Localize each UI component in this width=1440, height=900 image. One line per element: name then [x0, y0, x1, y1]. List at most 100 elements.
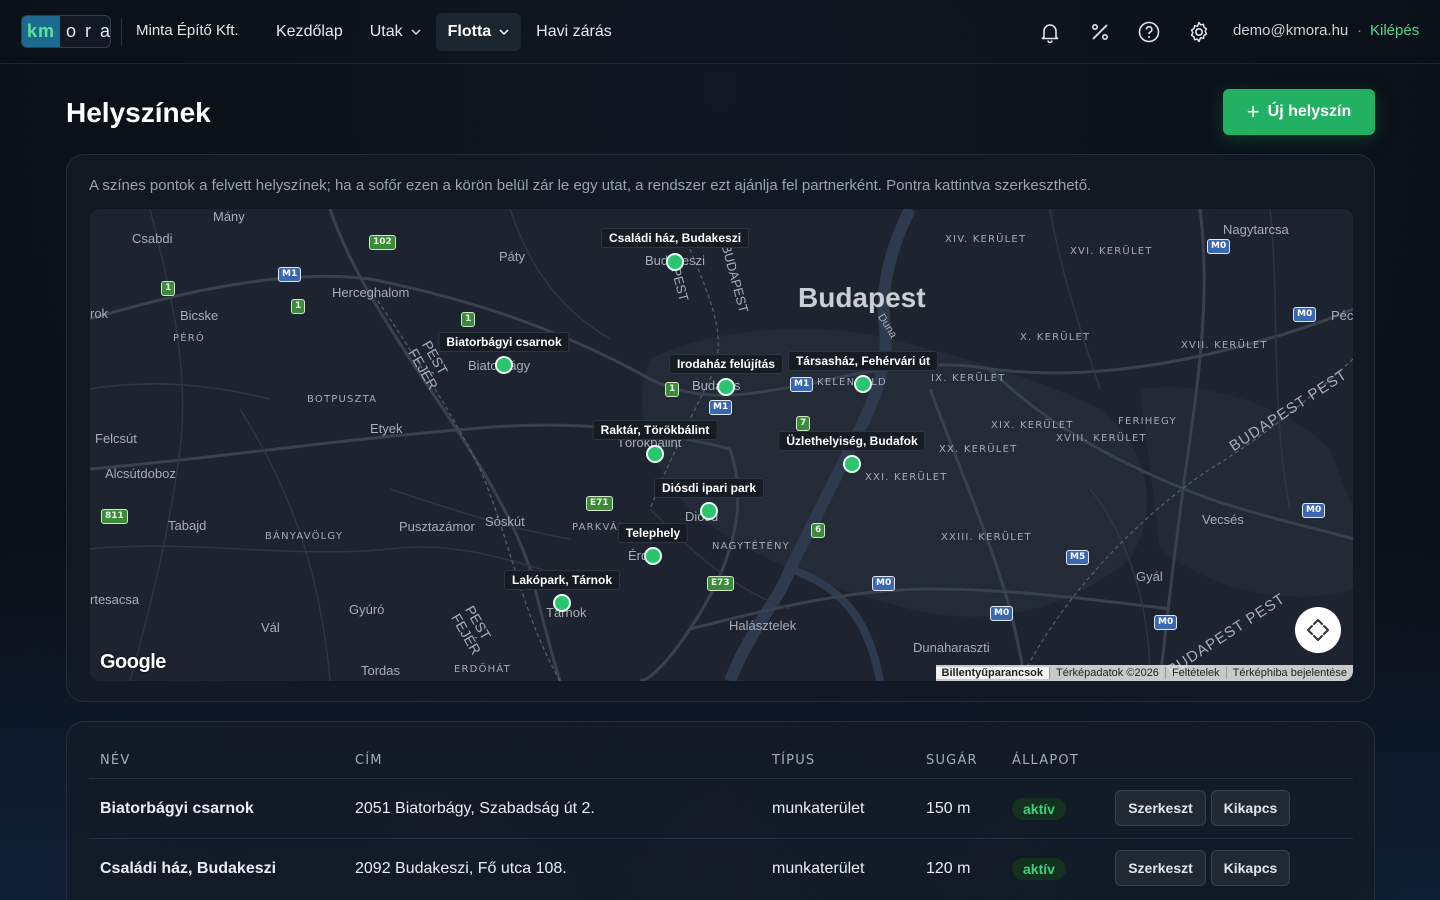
- cell-type: munkaterület: [772, 860, 865, 877]
- location-pin[interactable]: [843, 455, 861, 473]
- place-felcsut: Felcsút: [95, 431, 137, 446]
- pin-label[interactable]: Irodaház felújítás: [668, 354, 784, 374]
- location-pin[interactable]: [854, 375, 872, 393]
- road-shield-m5: M5: [1066, 550, 1090, 565]
- new-location-button[interactable]: + Új helyszín: [1223, 89, 1375, 135]
- place-bicske: Bicske: [180, 308, 219, 323]
- location-pin[interactable]: [495, 356, 513, 374]
- chevron-down-icon: [499, 29, 509, 36]
- pin-label[interactable]: Telephely: [617, 523, 689, 543]
- attrib-terms[interactable]: Feltételek: [1164, 667, 1226, 679]
- place-rok: rok: [90, 306, 109, 321]
- header-divider: [89, 778, 1353, 779]
- logo-divider: [121, 18, 122, 46]
- map-view[interactable]: Mány Csabdi Páty Herceghalom Bicske rok …: [90, 209, 1353, 681]
- road-shield-6: 6: [811, 523, 826, 538]
- place-vecses: Vecsés: [1202, 512, 1244, 527]
- logo-km: km: [22, 16, 61, 47]
- place-xvi: XVI. KERÜLET: [1070, 246, 1153, 257]
- cell-radius: 120 m: [926, 860, 971, 877]
- pin-label[interactable]: Biatorbágyi csarnok: [438, 332, 570, 352]
- cell-address: 2092 Budakeszi, Fő utca 108.: [355, 860, 567, 877]
- edit-button[interactable]: Szerkeszt: [1115, 790, 1206, 826]
- road-shield-1: 1: [461, 312, 476, 327]
- locations-table: NÉV CÍM TÍPUS SUGÁR ÁLLAPOT Biatorbágyi …: [66, 721, 1375, 900]
- col-header-status[interactable]: ÁLLAPOT: [1012, 753, 1079, 768]
- nav-label: Utak: [369, 23, 403, 40]
- road-shield-811: 811: [101, 509, 128, 524]
- place-ferihegy: FERIHEGY: [1118, 416, 1177, 427]
- place-paty: Páty: [499, 249, 526, 264]
- place-xxi: XXI. KERÜLET: [865, 472, 948, 483]
- location-pin[interactable]: [666, 253, 684, 271]
- place-botpuszta: BOTPUSZTA: [307, 394, 378, 405]
- pin-label[interactable]: Diósdi ipari park: [653, 478, 765, 498]
- road-shield-7: 7: [796, 416, 811, 431]
- road-shield-e71: E71: [586, 496, 613, 511]
- gear-icon[interactable]: [1187, 20, 1211, 44]
- nav-item-flotta[interactable]: Flotta: [435, 13, 522, 51]
- col-header-address[interactable]: CÍM: [355, 753, 383, 768]
- cell-radius: 150 m: [926, 800, 971, 817]
- kmora-logo[interactable]: km ora: [21, 15, 111, 48]
- road-shield-102: 102: [369, 235, 396, 250]
- place-xxiii: XXIII. KERÜLET: [941, 532, 1032, 543]
- location-pin[interactable]: [553, 594, 571, 612]
- help-icon[interactable]: [1137, 20, 1161, 44]
- location-pin[interactable]: [717, 378, 735, 396]
- status-badge: aktív: [1012, 798, 1066, 820]
- location-pin[interactable]: [646, 445, 664, 463]
- status-badge: aktív: [1012, 858, 1066, 880]
- fullscreen-button[interactable]: [1295, 607, 1341, 653]
- pin-label[interactable]: Üzlethelyiség, Budafok: [778, 431, 926, 451]
- percent-icon[interactable]: [1088, 20, 1112, 44]
- location-pin[interactable]: [644, 547, 662, 565]
- place-herceghalom: Herceghalom: [332, 285, 410, 300]
- place-xix: XIX. KERÜLET: [991, 420, 1074, 431]
- top-navbar: km ora Minta Építő Kft. Kezdőlap Utak Fl…: [0, 0, 1440, 64]
- road-shield-m0: M0: [990, 606, 1014, 621]
- place-ix: IX. KERÜLET: [931, 373, 1006, 384]
- place-pec: Péc: [1331, 308, 1353, 323]
- road-shield-m0: M0: [1154, 615, 1178, 630]
- place-pero: PÉRÓ: [173, 333, 205, 344]
- pin-label[interactable]: Társasház, Fehérvári út: [787, 351, 939, 371]
- road-shield-m1: M1: [790, 377, 814, 392]
- place-etyek: Etyek: [370, 421, 403, 436]
- location-pin[interactable]: [700, 502, 718, 520]
- pin-label[interactable]: Lakópark, Tárnok: [503, 570, 621, 590]
- attrib-report[interactable]: Térképhiba bejelentése: [1225, 667, 1353, 679]
- col-header-type[interactable]: TÍPUS: [772, 753, 815, 768]
- road-shield-1: 1: [665, 382, 680, 397]
- attrib-shortcuts[interactable]: Billentyűparancsok: [935, 667, 1050, 679]
- logout-link[interactable]: Kilépés: [1370, 22, 1419, 39]
- nav-label: Havi zárás: [536, 23, 612, 40]
- nav-item-havi-zaras[interactable]: Havi zárás: [524, 13, 624, 51]
- place-nagyteteny: NAGYTÉTÉNY: [712, 541, 790, 552]
- bell-icon[interactable]: [1038, 20, 1062, 44]
- place-tabajd: Tabajd: [168, 518, 207, 533]
- user-email: demo@kmora.hu: [1233, 22, 1349, 39]
- map-hint: A színes pontok a felvett helyszínek; ha…: [89, 177, 1092, 194]
- road-shield-1: 1: [161, 281, 176, 296]
- disable-button[interactable]: Kikapcs: [1211, 790, 1290, 826]
- nav-item-utak[interactable]: Utak: [358, 13, 433, 51]
- disable-button[interactable]: Kikapcs: [1211, 850, 1290, 886]
- pin-label[interactable]: Raktár, Törökbálint: [592, 420, 718, 440]
- road-shield-m1: M1: [278, 267, 302, 282]
- road-shield-m0: M0: [1302, 503, 1326, 518]
- place-xviii: XVIII. KERÜLET: [1056, 433, 1147, 444]
- place-pusztazamor: Pusztazámor: [399, 519, 475, 534]
- road-shield-m1: M1: [709, 400, 733, 415]
- map-attribution: Billentyűparancsok Térképadatok ©2026 Fe…: [935, 665, 1353, 681]
- col-header-name[interactable]: NÉV: [100, 753, 130, 768]
- place-halasztelek: Halásztelek: [729, 618, 797, 633]
- map-card: A színes pontok a felvett helyszínek; ha…: [66, 154, 1375, 702]
- pin-label[interactable]: Családi ház, Budakeszi: [600, 228, 750, 248]
- col-header-radius[interactable]: SUGÁR: [926, 753, 978, 768]
- nav-item-kezdolap[interactable]: Kezdőlap: [264, 13, 355, 51]
- edit-button[interactable]: Szerkeszt: [1115, 850, 1206, 886]
- place-dunaharaszti: Dunaharaszti: [913, 640, 990, 655]
- fullscreen-icon: [1307, 619, 1329, 641]
- logo-ora: ora: [66, 21, 110, 41]
